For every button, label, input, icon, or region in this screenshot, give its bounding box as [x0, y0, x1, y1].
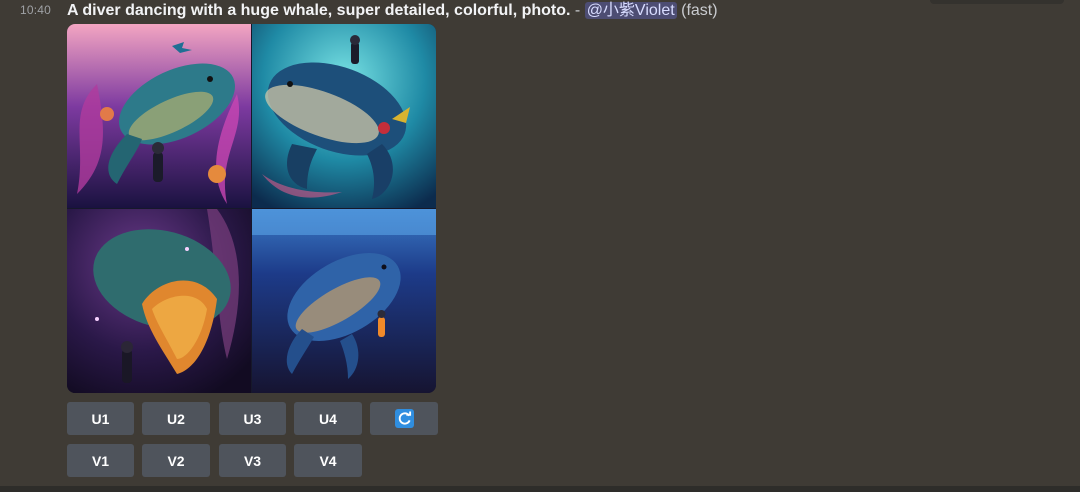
variation-button-1[interactable]: V1	[67, 444, 134, 477]
bottom-divider	[0, 486, 1080, 492]
separator: -	[570, 2, 585, 19]
user-mention[interactable]: @小紫Violet	[584, 2, 677, 19]
message-content: A diver dancing with a huge whale, super…	[67, 1, 718, 21]
upscale-button-1[interactable]: U1	[67, 402, 134, 435]
upscale-button-3[interactable]: U3	[219, 402, 286, 435]
upscale-button-4[interactable]: U4	[294, 402, 362, 435]
message-timestamp: 10:40	[20, 3, 52, 17]
generated-image-grid[interactable]	[67, 24, 436, 393]
image-tile-3	[67, 209, 251, 393]
speed-label: (fast)	[681, 2, 718, 19]
reroll-button[interactable]	[370, 402, 438, 435]
variation-button-2[interactable]: V2	[142, 444, 210, 477]
upscale-button-2[interactable]: U2	[142, 402, 210, 435]
image-tile-2	[252, 24, 436, 208]
prompt-text: A diver dancing with a huge whale, super…	[67, 2, 571, 19]
image-tile-4	[252, 209, 436, 393]
refresh-icon	[394, 409, 414, 428]
image-tile-1	[67, 24, 251, 208]
variation-button-4[interactable]: V4	[294, 444, 362, 477]
chat-message: 10:40 A diver dancing with a huge whale,…	[0, 0, 1080, 486]
variation-button-3[interactable]: V3	[219, 444, 286, 477]
toolbar-edge	[930, 0, 1064, 4]
